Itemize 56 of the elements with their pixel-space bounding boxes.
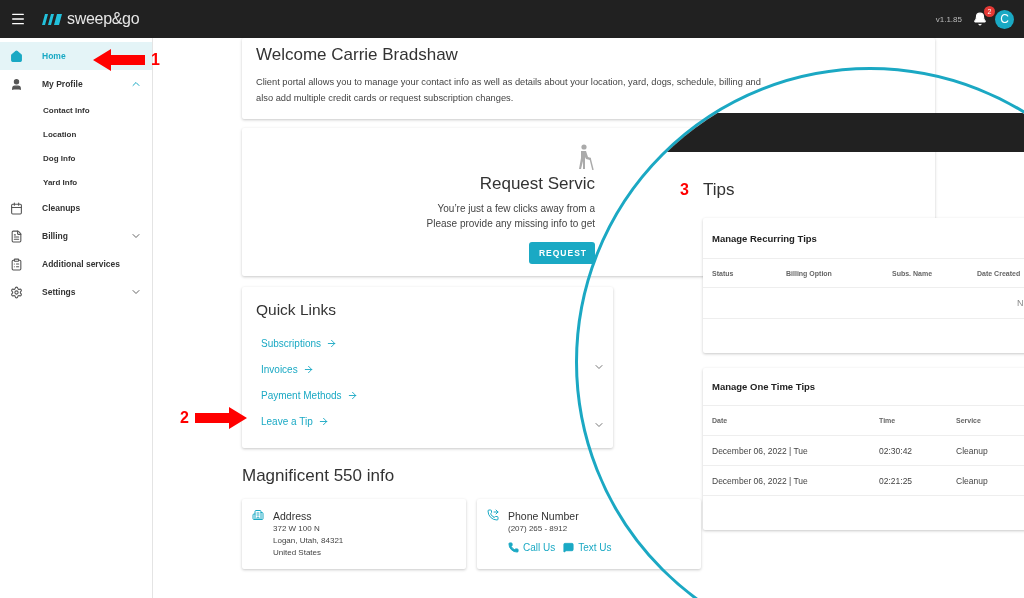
arrow-right-icon (326, 337, 338, 349)
step-number: 2 (180, 409, 189, 427)
sidebar-item[interactable]: Cleanups (0, 194, 152, 222)
step-number: 3 (680, 180, 690, 200)
welcome-text: Client portal allows you to manage your contact info as well as details about your location, yard, dogs, schedule, billing and also add multiple credit cards or request subscription changes. (256, 76, 762, 105)
quick-links-title: Quick Links (256, 300, 338, 320)
welcome-title: Welcome Carrie Bradshaw (256, 44, 459, 66)
notifications-button[interactable] (973, 12, 987, 26)
table-cell-text: Cleanup (956, 445, 989, 456)
empty-message: N (703, 288, 1024, 319)
calendar-icon (10, 201, 23, 215)
sidebar-item[interactable]: Additional services (0, 250, 152, 278)
person-icon (10, 77, 23, 91)
building-icon (252, 509, 264, 521)
request-service-text: You’re just a few clicks away from a Please provide any missing info to get (426, 202, 595, 231)
person-with-cane-icon (577, 144, 595, 170)
card-title: Manage Recurring Tips (703, 218, 1024, 259)
card-title: Manage One Time Tips (703, 368, 1024, 406)
menu-button[interactable] (10, 11, 26, 27)
settings-icon (10, 285, 23, 299)
sidebar-subitem[interactable]: Location (0, 122, 152, 146)
phone-icon (508, 542, 519, 553)
table-cell-text: 02:21:25 (879, 475, 914, 486)
table-cell-text: December 06, 2022 | Tue (712, 445, 809, 456)
logo-icon (42, 13, 62, 25)
sidebar-subitem[interactable]: Dog Info (0, 146, 152, 170)
sidebar-item[interactable]: Settings (0, 278, 152, 306)
logo-text: sweep&go (67, 10, 140, 28)
sidebar-subitem[interactable]: Contact Info (0, 98, 152, 122)
address-line: Logan, Utah, 84321 (273, 535, 344, 547)
step-number: 1 (151, 51, 160, 69)
arrow-right-icon (317, 415, 329, 427)
sidebar-item[interactable]: Billing (0, 222, 152, 250)
location-title: Magnificent 550 info (242, 465, 395, 487)
address-line: United States (273, 547, 323, 559)
address-label: Address (273, 509, 313, 523)
message-icon (563, 542, 575, 553)
table-cell-text: December 06, 2022 | Tue (712, 475, 809, 486)
table-cell-text: 02:30:42 (879, 445, 914, 456)
arrow-icon (93, 49, 145, 71)
sidebar-item[interactable]: My Profile (0, 70, 152, 98)
table-cell-text: Cleanup (956, 475, 989, 486)
document-icon (10, 229, 23, 243)
version-label: v1.1.85 (935, 14, 962, 24)
phone-icon (487, 509, 499, 521)
arrow-icon (194, 407, 247, 429)
address-line: 372 W 100 N (273, 523, 321, 535)
arrow-right-icon (302, 363, 314, 375)
tips-title: Tips (703, 180, 736, 200)
phone-number: (207) 265 - 8912 (508, 523, 569, 535)
phone-label: Phone Number (508, 509, 580, 523)
arrow-right-icon (346, 389, 358, 401)
request-service-title: Request Servic (479, 173, 595, 195)
sidebar-subitem[interactable]: Yard Info (0, 170, 152, 194)
home-icon (10, 49, 23, 63)
clipboard-icon (10, 257, 23, 271)
